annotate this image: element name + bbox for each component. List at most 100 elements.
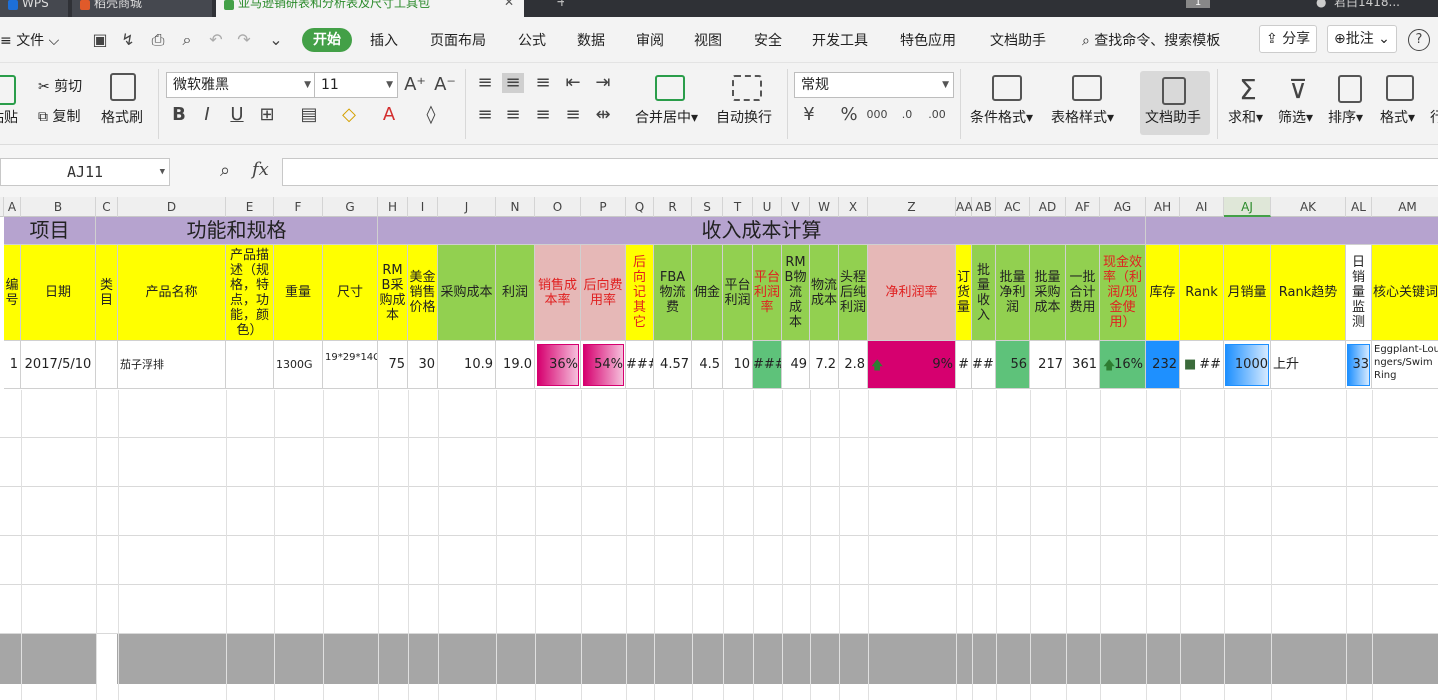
increase-font-icon[interactable]: A⁺ bbox=[404, 75, 426, 95]
column-header-t[interactable]: T bbox=[723, 197, 753, 217]
section-header-spec[interactable]: 功能和规格 bbox=[96, 217, 378, 245]
data-cell-w[interactable]: 7.2 bbox=[810, 341, 839, 389]
column-header-ad[interactable]: AD bbox=[1030, 197, 1066, 217]
header-cell-ak[interactable]: Rank趋势 bbox=[1271, 245, 1346, 341]
data-cell-aa[interactable]: # bbox=[956, 341, 972, 389]
column-header-h[interactable]: H bbox=[378, 197, 408, 217]
menu-data[interactable]: 数据 bbox=[577, 31, 605, 51]
column-header-z[interactable]: Z bbox=[868, 197, 956, 217]
header-cell-h[interactable]: RMB采购成本 bbox=[378, 245, 408, 341]
column-header-p[interactable]: P bbox=[581, 197, 626, 217]
data-cell-b[interactable]: 2017/5/10 bbox=[21, 341, 96, 389]
font-name-select[interactable]: 微软雅黑 ▼ bbox=[166, 72, 316, 98]
header-cell-e[interactable]: 产品描述（规格，特点，功能，颜色） bbox=[226, 245, 274, 341]
data-cell-ab[interactable]: ## bbox=[972, 341, 996, 389]
menu-page-layout[interactable]: 页面布局 bbox=[430, 31, 486, 51]
header-cell-af[interactable]: 一批合计费用 bbox=[1066, 245, 1100, 341]
distributed-icon[interactable]: ⇹ bbox=[592, 105, 614, 125]
font-size-select[interactable]: 11 ▼ bbox=[314, 72, 398, 98]
new-tab-icon[interactable]: + bbox=[548, 0, 564, 17]
header-cell-n[interactable]: 利润 bbox=[496, 245, 535, 341]
sort-icon[interactable] bbox=[1338, 75, 1362, 103]
data-cell-ag[interactable]: 🡅 16% bbox=[1100, 341, 1146, 389]
eraser-icon[interactable]: ◊ bbox=[420, 105, 442, 125]
column-header-ag[interactable]: AG bbox=[1100, 197, 1146, 217]
white-cell-c[interactable] bbox=[97, 634, 117, 684]
column-header-v[interactable]: V bbox=[782, 197, 810, 217]
header-cell-i[interactable]: 美金销售价格 bbox=[408, 245, 438, 341]
data-cell-s[interactable]: 4.5 bbox=[692, 341, 723, 389]
column-header-n[interactable]: N bbox=[496, 197, 535, 217]
header-cell-ad[interactable]: 批量采购成本 bbox=[1030, 245, 1066, 341]
format-button[interactable]: 格式▾ bbox=[1380, 109, 1415, 127]
align-middle-icon[interactable]: ≡ bbox=[502, 73, 524, 93]
data-cell-x[interactable]: 2.8 bbox=[839, 341, 868, 389]
column-header-o[interactable]: O bbox=[535, 197, 581, 217]
data-cell-c[interactable] bbox=[96, 341, 118, 389]
column-header-x[interactable]: X bbox=[839, 197, 868, 217]
header-cell-v[interactable]: RMB物流成本 bbox=[782, 245, 810, 341]
column-header-q[interactable]: Q bbox=[626, 197, 654, 217]
header-cell-u[interactable]: 平台利润率 bbox=[753, 245, 782, 341]
function-icon[interactable]: fx bbox=[252, 159, 269, 180]
wrap-text-label[interactable]: 自动换行 bbox=[716, 109, 772, 127]
data-cell-aj[interactable]: 1000 bbox=[1224, 341, 1271, 389]
quick-access-dropdown-icon[interactable]: ⌄ bbox=[266, 30, 286, 50]
data-cell-ac[interactable]: 56 bbox=[996, 341, 1030, 389]
data-cell-d[interactable]: 茄子浮排 bbox=[118, 341, 226, 389]
header-cell-t[interactable]: 平台利润 bbox=[723, 245, 753, 341]
section-header-project[interactable]: 项目 bbox=[4, 217, 96, 245]
header-cell-ai[interactable]: Rank bbox=[1180, 245, 1224, 341]
comment-button[interactable]: ⊕批注 ⌄ bbox=[1327, 25, 1397, 53]
header-cell-s[interactable]: 佣金 bbox=[692, 245, 723, 341]
column-header-aj[interactable]: AJ bbox=[1224, 197, 1271, 217]
avatar[interactable]: ● bbox=[1316, 0, 1326, 8]
header-cell-ah[interactable]: 库存 bbox=[1146, 245, 1180, 341]
close-icon[interactable]: ✕ bbox=[504, 0, 514, 8]
menu-home[interactable]: 开始 bbox=[302, 28, 352, 52]
tab-docer-store[interactable]: 稻壳商城 bbox=[72, 0, 212, 17]
row-col-button[interactable]: 行 bbox=[1430, 109, 1438, 127]
merge-center-icon[interactable] bbox=[655, 75, 685, 101]
header-cell-q[interactable]: 后向记其它 bbox=[626, 245, 654, 341]
header-cell-a[interactable]: 编号 bbox=[4, 245, 21, 341]
currency-icon[interactable]: ¥ bbox=[798, 105, 820, 125]
undo-icon[interactable]: ↶ bbox=[206, 30, 226, 50]
tab-wps[interactable]: WPS bbox=[0, 0, 68, 17]
number-format-select[interactable]: 常规 ▼ bbox=[794, 72, 954, 98]
format-painter-label[interactable]: 格式刷 bbox=[101, 109, 143, 127]
data-cell-p[interactable]: 54% bbox=[581, 341, 626, 389]
export-icon[interactable]: ↯ bbox=[118, 30, 138, 50]
column-header-am[interactable]: AM bbox=[1372, 197, 1438, 217]
header-cell-z[interactable]: 净利润率 bbox=[868, 245, 956, 341]
decrease-font-icon[interactable]: A⁻ bbox=[434, 75, 456, 95]
column-header-af[interactable]: AF bbox=[1066, 197, 1100, 217]
align-bottom-icon[interactable]: ≡ bbox=[532, 73, 554, 93]
column-header-w[interactable]: W bbox=[810, 197, 839, 217]
user-name[interactable]: 君白1418... bbox=[1334, 0, 1400, 8]
header-cell-j[interactable]: 采购成本 bbox=[438, 245, 496, 341]
empty-row[interactable] bbox=[0, 536, 1438, 585]
header-cell-w[interactable]: 物流成本 bbox=[810, 245, 839, 341]
align-center-icon[interactable]: ≡ bbox=[502, 105, 524, 125]
column-header-c[interactable]: C bbox=[96, 197, 118, 217]
column-header-ai[interactable]: AI bbox=[1180, 197, 1224, 217]
data-cell-h[interactable]: 75 bbox=[378, 341, 408, 389]
paste-button-label[interactable]: 粘贴 bbox=[0, 109, 18, 127]
data-cell-v[interactable]: 49 bbox=[782, 341, 810, 389]
print-preview-icon[interactable]: ⌕ bbox=[177, 30, 197, 50]
data-cell-am[interactable]: Eggplant-Loungers/Swim Ring bbox=[1372, 341, 1438, 389]
section-header-blank[interactable] bbox=[1146, 217, 1438, 245]
redo-icon[interactable]: ↷ bbox=[234, 30, 254, 50]
data-cell-o[interactable]: 36% bbox=[535, 341, 581, 389]
header-cell-b[interactable]: 日期 bbox=[21, 245, 96, 341]
border-icon[interactable]: ⊞ bbox=[256, 105, 278, 125]
header-cell-f[interactable]: 重量 bbox=[274, 245, 323, 341]
column-header-al[interactable]: AL bbox=[1346, 197, 1372, 217]
menu-features[interactable]: 特色应用 bbox=[900, 31, 956, 51]
tab-active-document[interactable]: 亚马逊销研表和分析表及尺寸工具包 ✕ bbox=[216, 0, 524, 17]
menu-formulas[interactable]: 公式 bbox=[518, 31, 546, 51]
menu-review[interactable]: 审阅 bbox=[636, 31, 664, 51]
grey-band-row[interactable] bbox=[0, 634, 1438, 684]
data-cell-t[interactable]: 10 bbox=[723, 341, 753, 389]
